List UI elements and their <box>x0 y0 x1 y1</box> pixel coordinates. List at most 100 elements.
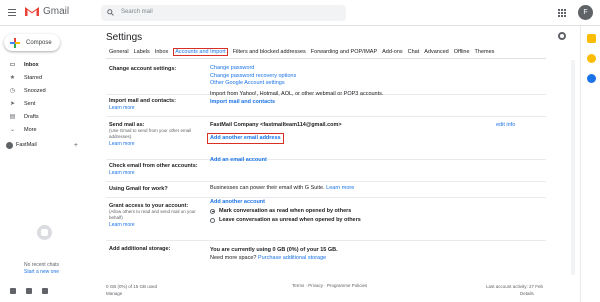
import-learn-more-link[interactable]: Learn more <box>109 105 204 111</box>
grant-subtext: (Allow others to read and send mail on y… <box>109 209 196 220</box>
radio-button-checked[interactable] <box>210 208 215 214</box>
section-label: Check email from other accounts: Learn m… <box>109 163 204 176</box>
add-another-email-link[interactable]: Add another email address <box>207 132 284 144</box>
activity-details-link[interactable]: Details <box>520 291 534 296</box>
change-password-link[interactable]: Change password <box>210 65 296 73</box>
footer-policy-links[interactable]: Terms · Privacy · Programme Policies <box>292 283 367 288</box>
sidebar-item-label: Sent <box>24 100 36 107</box>
app-title: Gmail <box>43 5 70 17</box>
hangouts-icon <box>37 225 52 240</box>
inbox-icon: ▭ <box>9 62 16 68</box>
google-apps-icon[interactable] <box>558 9 566 17</box>
chat-footer-icons <box>10 288 48 294</box>
other-google-settings-link[interactable]: Other Google Account settings <box>210 80 296 88</box>
compose-plus-icon <box>10 37 20 48</box>
import-mail-link[interactable]: Import mail and contacts <box>210 99 383 107</box>
sidebar-item-snoozed[interactable]: ◷ Snoozed <box>0 84 95 97</box>
radio-leave-unread[interactable]: Leave conversation as unread when opened… <box>210 216 361 225</box>
chevron-down-icon: ⌄ <box>9 127 16 133</box>
work-learn-more-link[interactable]: Learn more <box>326 185 354 191</box>
tab-general[interactable]: General <box>109 49 129 56</box>
top-bar: Gmail Search mail F <box>0 0 600 26</box>
star-icon: ★ <box>9 75 16 81</box>
scrollbar[interactable] <box>571 60 575 275</box>
gear-icon[interactable] <box>558 32 566 40</box>
tab-accounts-and-import[interactable]: Accounts and Import <box>173 48 228 56</box>
purchase-storage-link[interactable]: Purchase additional storage <box>258 255 326 261</box>
tab-add-ons[interactable]: Add-ons <box>382 49 403 56</box>
send-as-subtext: (Use Gmail to send from your other email… <box>109 128 192 139</box>
tab-chat[interactable]: Chat <box>408 49 420 56</box>
sidebar-item-drafts[interactable]: ▤ Drafts <box>0 110 95 123</box>
check-other-learn-more-link[interactable]: Learn more <box>109 170 204 176</box>
draft-icon: ▤ <box>9 114 16 120</box>
tab-forwarding[interactable]: Forwarding and POP/IMAP <box>311 49 377 56</box>
hangouts-account[interactable]: FastMail + <box>6 139 96 151</box>
sidebar-item-starred[interactable]: ★ Starred <box>0 71 95 84</box>
hangouts-chat-icon[interactable] <box>26 288 32 294</box>
work-description: Businesses can power their email with G … <box>210 185 325 191</box>
gmail-logo[interactable]: Gmail <box>24 5 69 17</box>
sidebar-item-sent[interactable]: ➤ Sent <box>0 97 95 110</box>
clock-icon: ◷ <box>9 88 16 94</box>
tab-themes[interactable]: Themes <box>475 49 495 56</box>
sidebar-item-label: Inbox <box>24 61 39 68</box>
storage-usage-text: You are currently using 0 GB (0%) of you… <box>210 247 338 253</box>
send-as-identity: FastMail Company <fastmailteam114@gmail.… <box>210 122 342 128</box>
section-divider <box>106 197 546 198</box>
side-panel <box>580 26 600 302</box>
calendar-icon[interactable] <box>587 34 596 43</box>
work-label: Using Gmail for work? <box>109 186 168 192</box>
account-avatar[interactable]: F <box>578 5 593 20</box>
search-input[interactable]: Search mail <box>121 9 153 15</box>
sidebar-item-label: Starred <box>24 74 43 81</box>
add-email-account-link[interactable]: Add an email account <box>210 157 267 165</box>
no-chats-message: No recent chats Start a new one <box>24 262 84 276</box>
section-label: Change account settings: <box>109 66 177 72</box>
section-divider <box>106 240 546 241</box>
contacts-icon[interactable] <box>10 288 16 294</box>
sidebar-item-label: Snoozed <box>24 87 46 94</box>
import-description: Import from Yahoo!, Hotmail, AOL, or oth… <box>210 91 384 97</box>
send-icon: ➤ <box>9 101 16 107</box>
tab-inbox[interactable]: Inbox <box>155 49 168 56</box>
search-bar[interactable]: Search mail <box>101 5 346 21</box>
sidebar-nav: ▭ Inbox ★ Starred ◷ Snoozed ➤ Sent ▤ Dra… <box>0 58 95 136</box>
tab-labels[interactable]: Labels <box>134 49 150 56</box>
settings-tabs: General Labels Inbox Accounts and Import… <box>109 48 499 56</box>
tab-advanced[interactable]: Advanced <box>424 49 448 56</box>
radio-button[interactable] <box>210 217 215 223</box>
hangouts-account-name: FastMail <box>16 142 37 148</box>
grant-learn-more-link[interactable]: Learn more <box>109 222 204 228</box>
gmail-m-icon <box>25 7 39 16</box>
tasks-icon[interactable] <box>587 74 596 83</box>
start-new-chat-link[interactable]: Start a new one <box>24 269 59 275</box>
sidebar-item-inbox[interactable]: ▭ Inbox <box>0 58 95 71</box>
edit-info-link[interactable]: edit info <box>496 122 515 128</box>
change-recovery-link[interactable]: Change password recovery options <box>210 73 296 81</box>
sidebar-item-more[interactable]: ⌄ More <box>0 123 95 136</box>
main-menu-icon[interactable] <box>8 9 16 16</box>
compose-button[interactable]: Compose <box>4 34 60 51</box>
page-title: Settings <box>106 32 143 43</box>
need-more-space-text: Need more space? <box>210 254 257 261</box>
last-activity-text: Last account activity: 27 Feb <box>486 284 544 289</box>
user-avatar <box>6 141 13 149</box>
radio-mark-read[interactable]: Mark conversation as read when opened by… <box>210 207 361 216</box>
tabs-divider <box>106 58 546 59</box>
sidebar-item-label: Drafts <box>24 113 39 120</box>
storage-label: Add additional storage: <box>109 246 171 252</box>
send-as-learn-more-link[interactable]: Learn more <box>109 141 204 147</box>
add-another-account-link[interactable]: Add another account <box>210 199 361 207</box>
phone-icon[interactable] <box>42 288 48 294</box>
manage-storage-link[interactable]: Manage <box>106 291 122 296</box>
tab-offline[interactable]: Offline <box>454 49 470 56</box>
section-label: Import mail and contacts: Learn more <box>109 98 204 111</box>
tab-filters[interactable]: Filters and blocked addresses <box>233 49 306 56</box>
storage-usage-footer: 0 GB (0%) of 15 GB used <box>106 284 158 289</box>
section-label: Grant access to your account: (Allow oth… <box>109 203 204 228</box>
add-chat-icon[interactable]: + <box>74 142 78 149</box>
import-label: Import mail and contacts: <box>109 98 176 104</box>
keep-icon[interactable] <box>587 54 596 63</box>
search-icon[interactable] <box>107 9 114 16</box>
